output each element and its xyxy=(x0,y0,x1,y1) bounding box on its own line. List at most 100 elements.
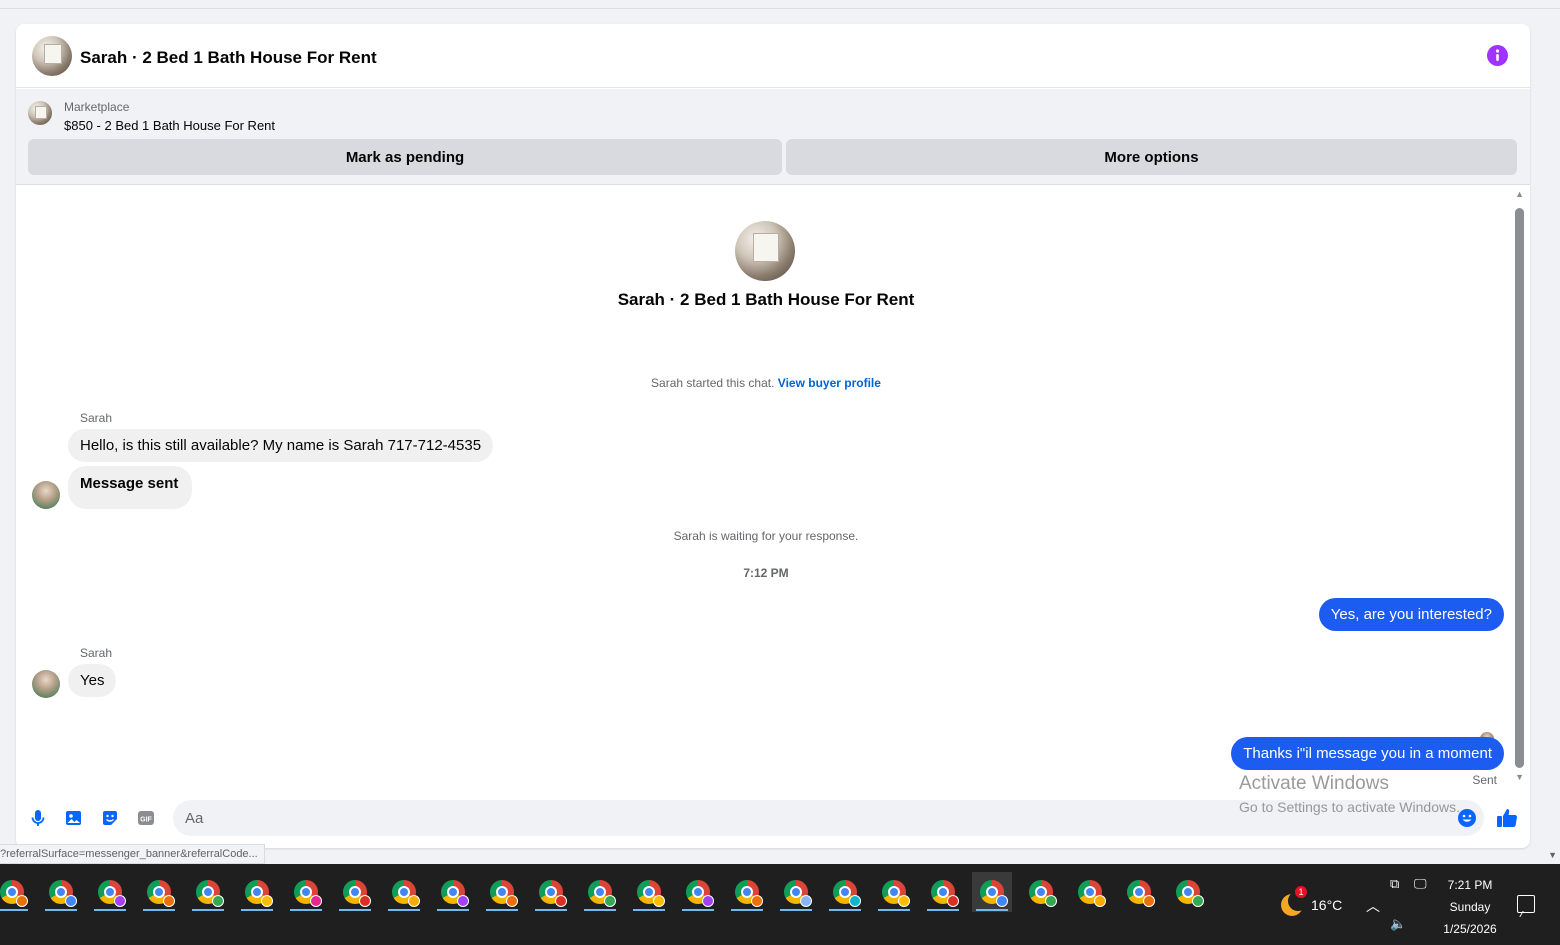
scroll-up-arrow-icon[interactable]: ▲ xyxy=(1515,189,1524,199)
listing-avatar[interactable] xyxy=(32,36,72,76)
running-indicator xyxy=(535,909,567,911)
sticker-icon[interactable] xyxy=(100,808,120,828)
link-status-bar: ?referralSurface=messenger_banner&referr… xyxy=(0,844,265,864)
taskbar-chrome-app[interactable] xyxy=(727,872,767,912)
message-input[interactable] xyxy=(173,800,1484,836)
sender-avatar[interactable] xyxy=(32,481,60,509)
chrome-icon xyxy=(0,880,28,907)
taskbar-chrome-app[interactable] xyxy=(433,872,473,912)
meet-now-icon[interactable]: ⧉ xyxy=(1390,876,1399,892)
profile-badge-icon xyxy=(604,895,616,907)
taskbar-chrome-app[interactable] xyxy=(1119,872,1159,912)
conversation-panel: Sarah · 2 Bed 1 Bath House For Rent Mark… xyxy=(16,24,1530,848)
profile-badge-icon xyxy=(1045,895,1057,907)
chrome-icon xyxy=(1176,880,1204,907)
conversation-title[interactable]: Sarah · 2 Bed 1 Bath House For Rent xyxy=(80,48,377,68)
browser-top-strip xyxy=(0,0,1560,9)
taskbar-chrome-app[interactable] xyxy=(678,872,718,912)
running-indicator xyxy=(633,909,665,911)
scroll-down-arrow-icon[interactable]: ▼ xyxy=(1515,772,1524,782)
chrome-icon xyxy=(588,880,616,907)
mark-as-pending-button[interactable]: Mark as pending xyxy=(28,139,782,175)
outgoing-message[interactable]: Thanks i"il message you in a moment xyxy=(1231,737,1504,770)
thread-title: Sarah · 2 Bed 1 Bath House For Rent xyxy=(617,290,915,309)
profile-badge-icon xyxy=(653,895,665,907)
info-icon[interactable] xyxy=(1487,45,1508,66)
view-buyer-profile-link[interactable]: View buyer profile xyxy=(778,376,881,390)
profile-badge-icon xyxy=(65,895,77,907)
running-indicator xyxy=(290,909,322,911)
gif-icon[interactable]: GIF xyxy=(136,808,156,828)
running-indicator xyxy=(339,909,371,911)
chat-started-notice: Sarah started this chat. View buyer prof… xyxy=(16,376,1516,390)
running-indicator xyxy=(976,909,1008,911)
taskbar-chrome-app[interactable] xyxy=(1070,872,1110,912)
taskbar-chrome-app[interactable] xyxy=(1168,872,1208,912)
marketplace-banner: Marketplace $850 - 2 Bed 1 Bath House Fo… xyxy=(16,89,1530,185)
taskbar-chrome-app[interactable] xyxy=(0,872,32,912)
taskbar-chrome-app[interactable] xyxy=(776,872,816,912)
incoming-message[interactable]: Yes xyxy=(68,664,117,697)
incoming-message[interactable]: Hello, is this still available? My name … xyxy=(68,429,494,462)
taskbar-chrome-app[interactable] xyxy=(629,872,669,912)
microphone-icon[interactable] xyxy=(28,808,48,828)
listing-title[interactable]: $850 - 2 Bed 1 Bath House For Rent xyxy=(64,118,275,133)
taskbar-chrome-app[interactable] xyxy=(90,872,130,912)
page-scroll-down-arrow-icon[interactable]: ▼ xyxy=(1548,850,1557,860)
windows-taskbar: 1 16°C ︿ ⧉ 🖵 🔈 7:21 PM Sunday 1/25/2026 xyxy=(0,864,1560,945)
thread-scrollbar[interactable] xyxy=(1515,208,1524,768)
listing-thumbnail[interactable] xyxy=(28,101,52,125)
running-indicator xyxy=(94,909,126,911)
chrome-icon xyxy=(196,880,224,907)
chrome-icon xyxy=(245,880,273,907)
running-indicator xyxy=(45,909,77,911)
taskbar-chrome-app[interactable] xyxy=(286,872,326,912)
chrome-icon xyxy=(1029,880,1057,907)
notification-center-icon[interactable] xyxy=(1517,895,1535,913)
running-indicator xyxy=(437,909,469,911)
weather-alert-badge: 1 xyxy=(1295,886,1307,898)
incoming-message[interactable]: Message sent xyxy=(68,466,193,509)
sender-avatar[interactable] xyxy=(32,670,60,698)
profile-badge-icon xyxy=(751,895,763,907)
taskbar-chrome-app[interactable] xyxy=(825,872,865,912)
thumbs-up-icon[interactable] xyxy=(1495,806,1519,830)
taskbar-clock[interactable]: 7:21 PM Sunday 1/25/2026 xyxy=(1436,874,1504,940)
more-options-button[interactable]: More options xyxy=(786,139,1517,175)
outgoing-message[interactable]: Yes, are you interested? xyxy=(1318,598,1504,631)
taskbar-chrome-app[interactable] xyxy=(41,872,81,912)
chrome-icon xyxy=(882,880,910,907)
weather-moon-icon: 1 xyxy=(1281,886,1308,916)
profile-badge-icon xyxy=(506,895,518,907)
taskbar-chrome-app[interactable] xyxy=(237,872,277,912)
taskbar-chrome-app[interactable] xyxy=(972,872,1012,912)
chrome-icon xyxy=(637,880,665,907)
chrome-icon xyxy=(294,880,322,907)
message-thread[interactable]: ▲ ▼ Sarah · 2 Bed 1 Bath House For Rent … xyxy=(16,186,1530,796)
emoji-icon[interactable] xyxy=(1457,808,1477,828)
taskbar-chrome-app[interactable] xyxy=(384,872,424,912)
profile-badge-icon xyxy=(1143,895,1155,907)
volume-icon[interactable]: 🔈 xyxy=(1390,916,1406,932)
chrome-icon xyxy=(343,880,371,907)
profile-badge-icon xyxy=(702,895,714,907)
taskbar-chrome-app[interactable] xyxy=(874,872,914,912)
network-icon[interactable]: 🖵 xyxy=(1414,876,1427,892)
photo-icon[interactable] xyxy=(64,808,84,828)
weather-widget[interactable]: 1 16°C xyxy=(1281,886,1342,916)
taskbar-chrome-app[interactable] xyxy=(531,872,571,912)
taskbar-chrome-app[interactable] xyxy=(188,872,228,912)
taskbar-chrome-app[interactable] xyxy=(482,872,522,912)
taskbar-chrome-app[interactable] xyxy=(580,872,620,912)
clock-time: 7:21 PM xyxy=(1447,878,1493,892)
taskbar-chrome-app[interactable] xyxy=(335,872,375,912)
show-hidden-icons-chevron-icon[interactable]: ︿ xyxy=(1366,896,1380,916)
taskbar-chrome-app[interactable] xyxy=(1021,872,1061,912)
thread-avatar[interactable] xyxy=(735,221,795,281)
taskbar-chrome-app[interactable] xyxy=(139,872,179,912)
taskbar-chrome-app[interactable] xyxy=(923,872,963,912)
sent-status: Sent xyxy=(1472,773,1497,787)
message-composer: GIF xyxy=(16,796,1530,848)
running-indicator xyxy=(878,909,910,911)
conversation-header: Sarah · 2 Bed 1 Bath House For Rent xyxy=(16,24,1530,88)
